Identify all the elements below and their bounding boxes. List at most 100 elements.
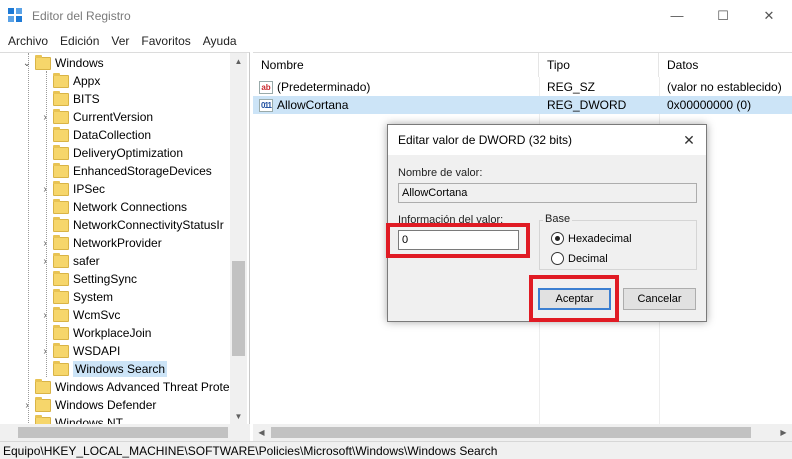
tree-item[interactable]: › Windows Defender (22, 396, 156, 414)
column-header-nombre[interactable]: Nombre (253, 53, 539, 77)
value-name-label: Nombre de valor: (398, 167, 483, 179)
tree-item[interactable]: SettingSync (40, 270, 137, 288)
tree-item[interactable]: Windows Advanced Threat Prote (22, 378, 230, 396)
tree-item-label: Network Connections (73, 200, 188, 214)
tree-item[interactable]: Appx (40, 72, 100, 90)
expand-arrow-icon[interactable]: › (40, 112, 50, 123)
menu-edicion[interactable]: Edición (54, 34, 105, 48)
tree-item-label: DataCollection (73, 128, 152, 142)
value-name: AllowCortana (277, 98, 349, 112)
radio-hexadecimal[interactable]: Hexadecimal (551, 232, 632, 245)
scroll-down-arrow-icon[interactable]: ▼ (230, 408, 247, 424)
value-name-field: AllowCortana (398, 183, 697, 203)
close-button[interactable]: ✕ (746, 0, 792, 31)
radio-decimal-label: Decimal (568, 252, 608, 265)
list-row[interactable]: 011 AllowCortana REG_DWORD 0x00000000 (0… (253, 96, 792, 114)
tree-item[interactable]: BITS (40, 90, 100, 108)
list-header: Nombre Tipo Datos (253, 53, 792, 77)
radio-hexadecimal-label: Hexadecimal (568, 232, 632, 245)
value-data: 0x00000000 (0) (667, 98, 752, 112)
folder-icon (35, 414, 51, 424)
tree-item-label: System (73, 290, 114, 304)
tree-item-label: WorkplaceJoin (73, 326, 152, 340)
scroll-thumb[interactable] (271, 427, 751, 438)
tree-item-label: NetworkConnectivityStatusIr (73, 218, 224, 232)
expand-arrow-icon[interactable]: › (40, 310, 50, 321)
menu-archivo[interactable]: Archivo (2, 34, 54, 48)
tree-item[interactable]: NetworkConnectivityStatusIr (40, 216, 224, 234)
maximize-button[interactable]: ☐ (700, 0, 746, 31)
tree-item[interactable]: Windows Search (40, 360, 168, 378)
scroll-right-arrow-icon[interactable]: ▶ (775, 424, 792, 441)
list-row[interactable]: ab (Predeterminado) REG_SZ (valor no est… (253, 78, 792, 96)
menu-ayuda[interactable]: Ayuda (197, 34, 243, 48)
tree-item-label: Windows Search (73, 361, 168, 377)
status-path: Equipo\HKEY_LOCAL_MACHINE\SOFTWARE\Polic… (3, 443, 498, 458)
tree-item[interactable]: EnhancedStorageDevices (40, 162, 212, 180)
tree-item-label: Appx (73, 74, 101, 88)
dialog-title: Editar valor de DWORD (32 bits) (398, 133, 573, 147)
window-title: Editor del Registro (32, 8, 131, 23)
column-header-tipo[interactable]: Tipo (539, 53, 659, 77)
expand-arrow-icon[interactable]: › (40, 346, 50, 357)
tree-item-label: IPSec (73, 182, 106, 196)
column-header-datos[interactable]: Datos (659, 53, 792, 77)
expand-arrow-icon[interactable]: › (40, 184, 50, 195)
list-horizontal-scrollbar[interactable]: ◀ ▶ (253, 424, 792, 441)
menu-bar: Archivo Edición Ver Favoritos Ayuda (0, 31, 792, 51)
tree-item[interactable]: › IPSec (40, 180, 105, 198)
tree-item[interactable]: DeliveryOptimization (40, 144, 183, 162)
tree-item[interactable]: ⌄ Windows (22, 54, 104, 72)
scroll-thumb[interactable] (18, 427, 228, 438)
tree-vertical-scrollbar[interactable]: ▲ ▼ (230, 53, 247, 424)
radio-selected-icon[interactable] (551, 232, 564, 245)
tree-item-label: Windows Advanced Threat Prote (55, 380, 230, 394)
registry-editor-icon (8, 7, 24, 24)
folder-icon (53, 90, 69, 106)
expand-arrow-icon[interactable]: › (22, 400, 32, 411)
folder-icon (53, 324, 69, 340)
menu-ver[interactable]: Ver (105, 34, 135, 48)
tree-item-label: WcmSvc (73, 308, 121, 322)
tree-item-label: Windows (55, 56, 104, 70)
minimize-button[interactable]: — (654, 0, 700, 31)
cancel-button[interactable]: Cancelar (623, 288, 696, 310)
folder-icon (53, 162, 69, 178)
menu-favoritos[interactable]: Favoritos (135, 34, 196, 48)
radio-decimal[interactable]: Decimal (551, 252, 608, 265)
scroll-thumb[interactable] (232, 261, 245, 356)
folder-icon (53, 360, 69, 376)
scroll-up-arrow-icon[interactable]: ▲ (230, 53, 247, 70)
status-bar: Equipo\HKEY_LOCAL_MACHINE\SOFTWARE\Polic… (0, 441, 792, 459)
tree-item[interactable]: WorkplaceJoin (40, 324, 151, 342)
dialog-title-bar: Editar valor de DWORD (32 bits) (388, 125, 706, 155)
tree-item[interactable]: Network Connections (40, 198, 187, 216)
tree-item[interactable]: › NetworkProvider (40, 234, 162, 252)
registry-tree[interactable]: ⌄ Windows Appx BITS › CurrentVersion DataColle… (0, 52, 250, 424)
collapse-arrow-icon[interactable]: ⌄ (22, 58, 32, 69)
tree-item[interactable]: DataCollection (40, 126, 151, 144)
value-data: (valor no establecido) (667, 80, 782, 94)
folder-icon (53, 216, 69, 232)
tree-item[interactable]: › safer (40, 252, 100, 270)
expand-arrow-icon[interactable]: › (40, 256, 50, 267)
base-label: Base (543, 213, 573, 225)
tree-item-label: Windows Defender (55, 398, 157, 412)
tree-item[interactable]: System (40, 288, 113, 306)
expand-arrow-icon[interactable]: › (40, 238, 50, 249)
tree-item[interactable]: › WSDAPI (40, 342, 120, 360)
tree-item[interactable]: › WcmSvc (40, 306, 120, 324)
scroll-left-arrow-icon[interactable]: ◀ (253, 424, 270, 441)
dialog-close-button[interactable]: ✕ (672, 125, 706, 155)
tree-horizontal-scrollbar[interactable] (0, 424, 250, 441)
tree-item-label: CurrentVersion (73, 110, 154, 124)
value-type: REG_SZ (547, 80, 596, 94)
folder-icon (35, 378, 51, 394)
tree-item[interactable]: Windows NT (22, 414, 123, 424)
folder-icon (53, 252, 69, 268)
radio-unselected-icon[interactable] (551, 252, 564, 265)
tree-item[interactable]: › CurrentVersion (40, 108, 153, 126)
folder-icon (53, 144, 69, 160)
highlight-ok-button (529, 275, 619, 322)
tree-item-label: NetworkProvider (73, 236, 162, 250)
